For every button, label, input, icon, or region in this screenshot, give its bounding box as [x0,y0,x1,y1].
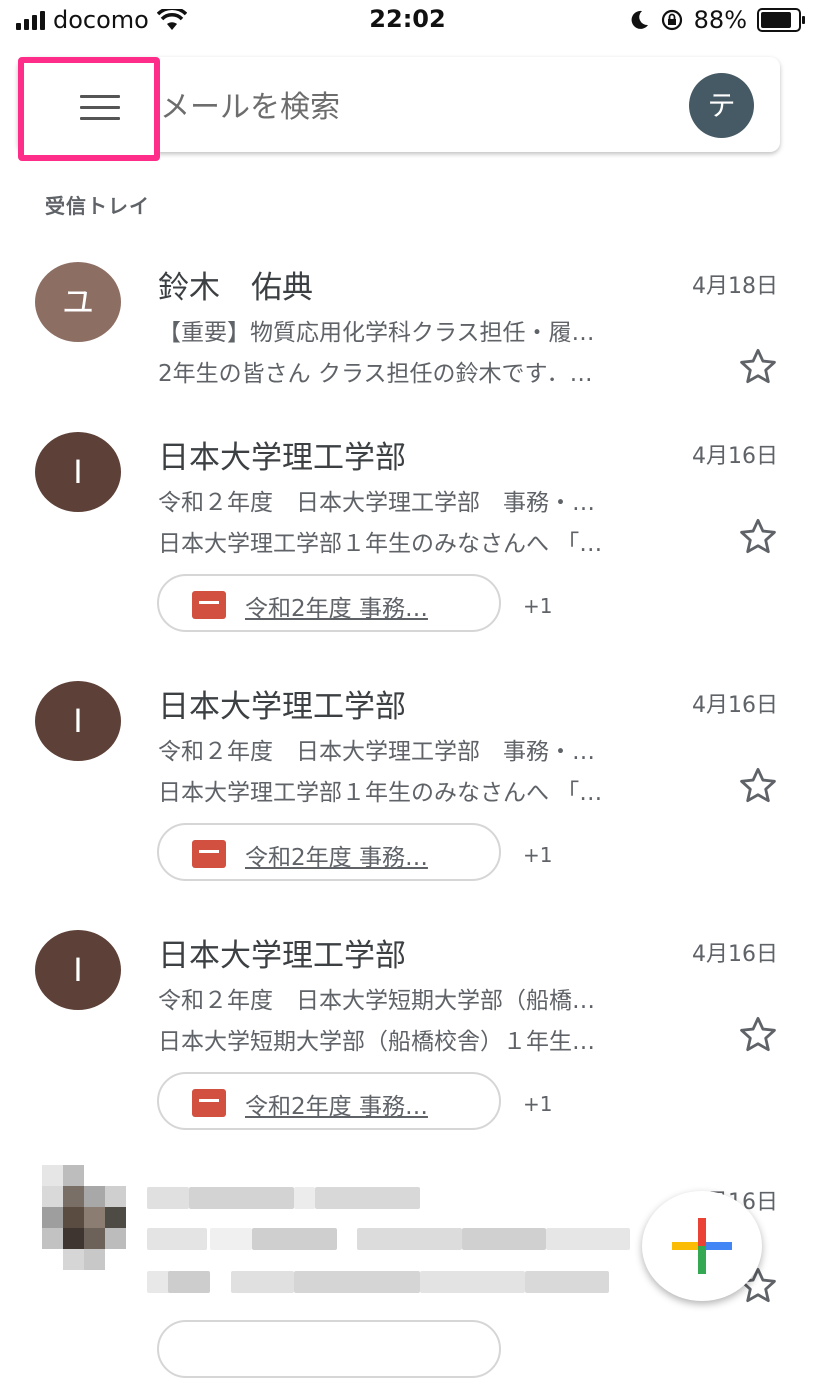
extra-attachments-count: +1 [523,1092,553,1116]
search-input[interactable]: メールを検索 [160,82,340,126]
sender-avatar[interactable]: I [35,681,121,761]
email-snippet: 日本大学理工学部１年生のみなさんへ 「… [158,531,603,557]
sender-avatar[interactable]: I [35,930,121,1010]
email-date: 4月18日 [692,274,778,299]
sender-avatar[interactable]: I [35,432,121,512]
moon-icon [631,10,648,29]
compose-button[interactable] [642,1191,762,1301]
star-icon[interactable] [737,1014,779,1056]
email-snippet: 2年生の皆さん クラス担任の鈴木です．… [158,361,593,387]
star-icon[interactable] [737,346,779,388]
document-icon [192,840,226,868]
account-avatar[interactable]: テ [689,73,754,138]
sender-name: 日本大学理工学部 [158,689,406,725]
attachment-name[interactable]: 令和2年度 事務… [245,1087,428,1121]
email-subject: 令和２年度 日本大学短期大学部（船橋… [158,988,595,1014]
email-subject: 令和２年度 日本大学理工学部 事務・… [158,490,595,516]
document-icon [192,591,226,619]
email-date: 4月16日 [692,693,778,718]
rotation-lock-icon [661,9,682,31]
attachment-name[interactable]: 令和2年度 事務… [245,589,428,623]
attachment-chip[interactable]: 令和2年度 事務… [157,823,501,881]
email-subject: 令和２年度 日本大学理工学部 事務・… [158,739,595,765]
document-icon [192,1089,226,1117]
plus-icon[interactable] [672,1218,732,1274]
section-label-inbox: 受信トレイ [45,194,150,218]
sender-name: 日本大学理工学部 [158,938,406,974]
battery-percent: 88% [693,6,747,34]
sender-name: 日本大学理工学部 [158,440,406,476]
extra-attachments-count: +1 [523,843,553,867]
attachment-chip[interactable]: 令和2年度 事務… [157,1072,501,1130]
attachment-chip[interactable]: 令和2年度 事務… [157,574,501,632]
attachment-name[interactable]: 令和2年度 事務… [245,838,428,872]
menu-button[interactable] [18,57,160,161]
email-snippet: 日本大学短期大学部（船橋校舎）１年生… [158,1029,595,1055]
sender-avatar[interactable]: ユ [35,262,121,342]
email-date: 4月16日 [692,444,778,469]
status-bar: docomo 22:02 88% [0,0,815,42]
extra-attachments-count: +1 [523,594,553,618]
email-date: 4月16日 [692,942,778,967]
star-icon[interactable] [737,516,779,558]
email-snippet: 日本大学理工学部１年生のみなさんへ 「… [158,780,603,806]
star-icon[interactable] [737,765,779,807]
attachment-chip[interactable] [157,1320,501,1378]
email-subject: 【重要】物質応用化学科クラス担任・履… [158,320,595,346]
hamburger-icon[interactable] [80,95,120,128]
battery-icon [757,8,805,32]
sender-name: 鈴木 佑典 [158,270,313,306]
